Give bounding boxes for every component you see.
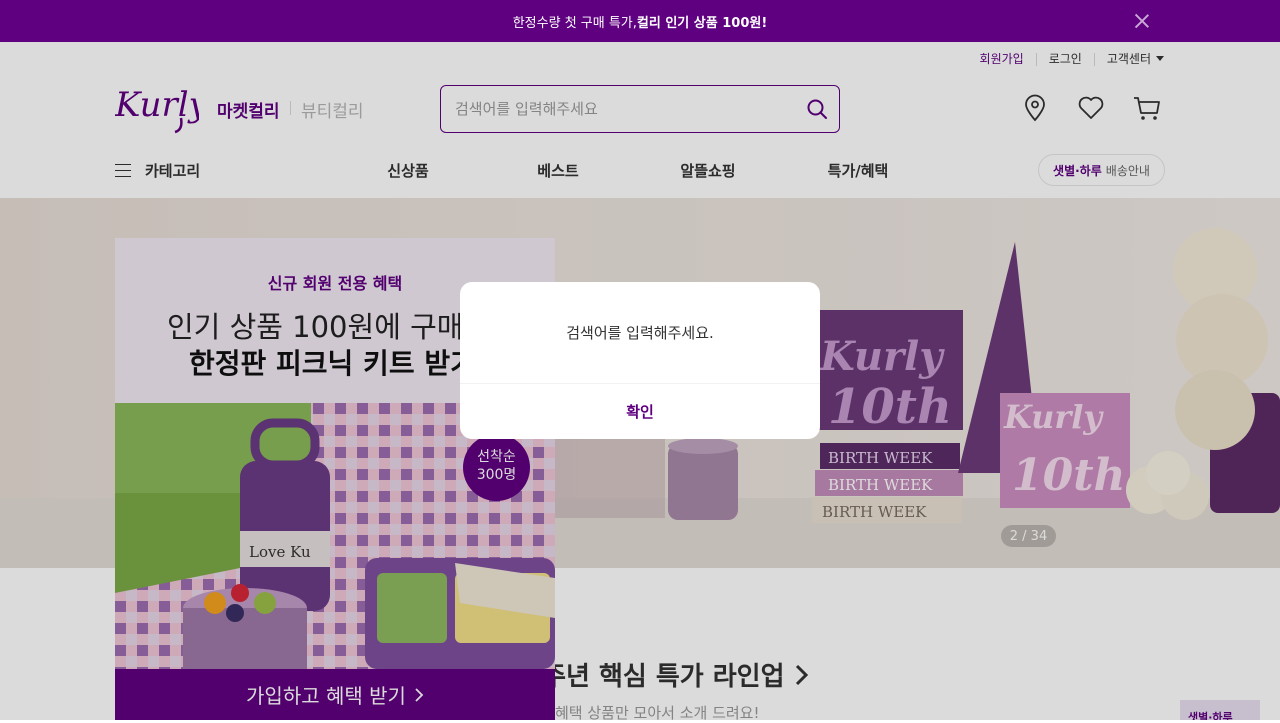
promo-top-banner[interactable]: 한정수량 첫 구매 특가, 컬리 인기 상품 100원!	[0, 0, 1280, 42]
alert-message: 검색어를 입력해주세요.	[566, 324, 714, 342]
close-icon[interactable]	[1132, 11, 1152, 31]
confirm-button[interactable]: 확인	[460, 384, 820, 439]
promo-text-bold: 컬리 인기 상품 100원!	[636, 15, 768, 31]
alert-dialog: 검색어를 입력해주세요. 확인	[460, 282, 820, 439]
promo-text: 한정수량 첫 구매 특가,	[512, 15, 637, 31]
